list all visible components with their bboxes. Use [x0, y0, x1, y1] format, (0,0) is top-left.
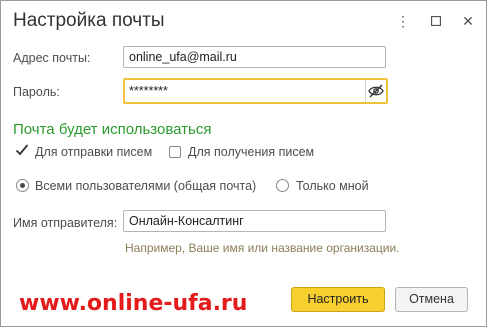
cancel-button[interactable]: Отмена: [395, 287, 468, 312]
sender-hint: Например, Ваше имя или название организа…: [125, 241, 400, 255]
email-label: Адрес почты:: [13, 51, 91, 65]
dialog-title: Настройка почты: [13, 10, 165, 31]
all-users-radio-label[interactable]: Всеми пользователями (общая почта): [35, 179, 256, 193]
eye-slash-icon[interactable]: [365, 80, 386, 102]
sender-name-field[interactable]: Онлайн-Консалтинг: [123, 210, 386, 232]
maximize-icon[interactable]: [427, 11, 445, 31]
receive-checkbox[interactable]: [169, 146, 181, 158]
usage-heading: Почта будет использоваться: [13, 121, 212, 138]
password-label: Пароль:: [13, 85, 60, 99]
mail-settings-dialog: Настройка почты ⋮ ✕ Адрес почты: online_…: [0, 0, 487, 327]
password-value: ********: [129, 84, 168, 98]
email-field[interactable]: online_ufa@mail.ru: [123, 46, 386, 68]
send-checkbox-label[interactable]: Для отправки писем: [35, 145, 152, 159]
configure-button[interactable]: Настроить: [291, 287, 385, 312]
radio-selected-dot: [20, 183, 25, 188]
only-me-radio[interactable]: [276, 179, 289, 192]
close-icon[interactable]: ✕: [459, 11, 477, 31]
receive-checkbox-label[interactable]: Для получения писем: [188, 145, 314, 159]
watermark: www.online-ufa.ru: [19, 291, 248, 316]
more-icon[interactable]: ⋮: [394, 11, 412, 31]
only-me-radio-label[interactable]: Только мной: [296, 179, 369, 193]
password-field[interactable]: ********: [123, 78, 388, 104]
sender-label: Имя отправителя:: [13, 216, 118, 230]
send-checkbox[interactable]: [15, 144, 29, 157]
all-users-radio[interactable]: [16, 179, 29, 192]
